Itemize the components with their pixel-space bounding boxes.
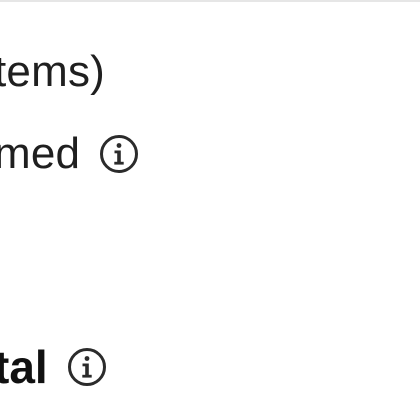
reimbursed-info-icon[interactable]	[98, 133, 140, 175]
reimbursed-label: med	[0, 129, 81, 178]
items-label: tems)	[0, 47, 105, 96]
total-label: tal	[0, 341, 48, 393]
summary-panel: tems) med tal	[0, 0, 420, 420]
total-info-icon[interactable]	[66, 346, 108, 388]
total-row: tal	[0, 344, 108, 390]
items-row: tems)	[0, 50, 105, 94]
top-divider	[0, 0, 420, 2]
reimbursed-row: med	[0, 132, 140, 176]
